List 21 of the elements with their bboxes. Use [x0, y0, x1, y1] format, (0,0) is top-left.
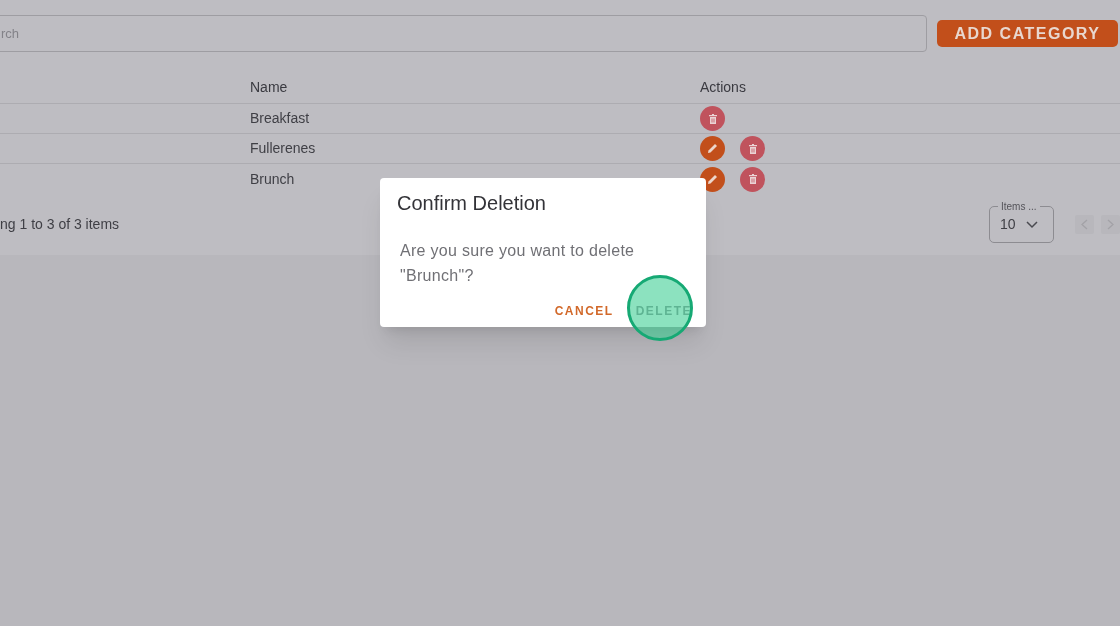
cancel-button[interactable]: CANCEL — [554, 302, 614, 320]
delete-button[interactable] — [700, 106, 725, 131]
edit-button[interactable] — [700, 136, 725, 161]
search-field[interactable]: rch — [0, 15, 927, 52]
delete-button[interactable] — [740, 136, 765, 161]
trash-icon — [748, 174, 757, 184]
trash-icon — [708, 113, 717, 124]
chevron-down-icon — [1025, 220, 1038, 229]
add-category-button[interactable]: ADD CATEGORY — [937, 20, 1118, 47]
pencil-icon — [707, 173, 718, 185]
table-cell-text: Brunch — [250, 169, 295, 189]
table-cell-text: Breakfast — [250, 109, 310, 128]
delete-button[interactable] — [740, 166, 765, 192]
pencil-icon — [707, 143, 718, 154]
trash-icon — [748, 143, 757, 154]
table-cell-text: Fullerenes — [250, 139, 316, 158]
column-header: Name — [250, 78, 288, 97]
items-summary: ng 1 to 3 of 3 items — [0, 215, 121, 234]
dialog-title: Confirm Deletion — [397, 191, 546, 216]
column-header: Actions — [700, 78, 746, 97]
dialog-message: Are you sure you want to delete "Brunch"? — [400, 241, 636, 286]
